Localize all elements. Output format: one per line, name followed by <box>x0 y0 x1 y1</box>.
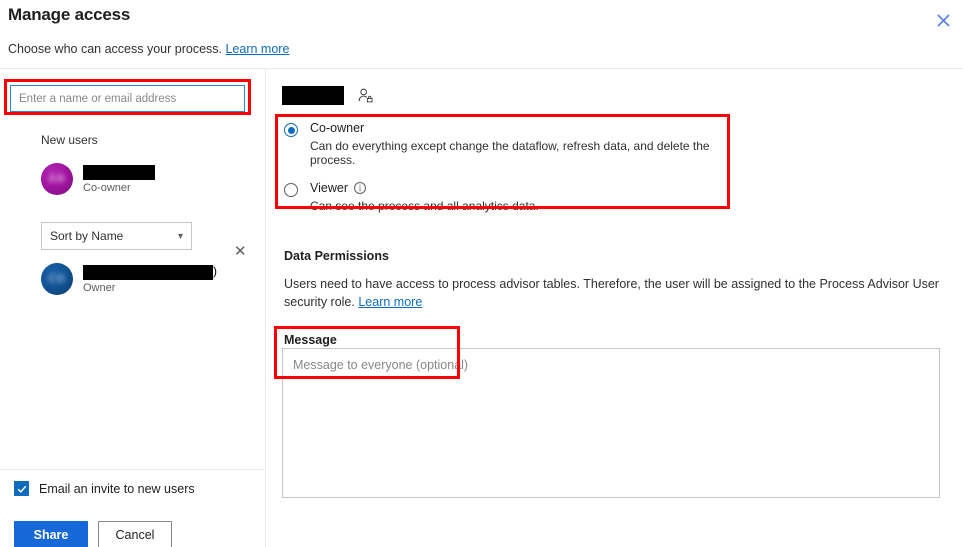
subtitle-text: Choose who can access your process. <box>8 42 222 56</box>
message-textarea[interactable] <box>282 348 940 498</box>
role-title: Viewer <box>310 181 348 195</box>
checkbox-checked-icon[interactable] <box>14 481 29 496</box>
search-field-wrapper <box>10 85 245 112</box>
share-button[interactable]: Share <box>14 521 88 547</box>
role-description: Can see the process and all analytics da… <box>310 199 539 213</box>
role-option-text: Co-owner Can do everything except change… <box>310 121 733 167</box>
person-add-icon[interactable] <box>358 88 373 103</box>
right-panel: Co-owner Can do everything except change… <box>266 69 963 547</box>
sort-by-value: Sort by Name <box>50 229 124 243</box>
close-icon[interactable] <box>931 8 955 32</box>
list-item-new-user: AB Co-owner <box>41 163 256 195</box>
message-label: Message <box>284 333 337 347</box>
page-title: Manage access <box>8 5 131 24</box>
left-panel: New users AB Co-owner ✕ Sort by Name ▾ C… <box>0 69 265 547</box>
avatar-initials: CD <box>48 273 66 285</box>
role-option-text: Viewer i Can see the process and all ana… <box>310 181 539 213</box>
email-invite-checkbox-row[interactable]: Email an invite to new users <box>14 481 195 496</box>
avatar: CD <box>41 263 73 295</box>
role-radio-group: Co-owner Can do everything except change… <box>284 121 733 213</box>
radio-viewer[interactable] <box>284 183 298 197</box>
new-users-label: New users <box>41 133 98 147</box>
learn-more-link-header[interactable]: Learn more <box>225 42 289 56</box>
dialog-action-buttons: Share Cancel <box>14 521 172 547</box>
learn-more-link-permissions[interactable]: Learn more <box>358 295 422 309</box>
radio-co-owner[interactable] <box>284 123 298 137</box>
role-title-row: Viewer i <box>310 181 539 195</box>
user-role: Co-owner <box>83 181 131 194</box>
search-input[interactable] <box>10 85 245 112</box>
remove-user-close-icon[interactable]: ✕ <box>234 244 247 259</box>
data-permissions-body: Users need to have access to process adv… <box>284 275 946 311</box>
avatar: AB <box>41 163 73 195</box>
selected-user-name-redacted <box>282 86 344 105</box>
email-invite-label: Email an invite to new users <box>39 481 195 496</box>
info-icon[interactable]: i <box>353 182 366 194</box>
role-option-viewer[interactable]: Viewer i Can see the process and all ana… <box>284 181 733 213</box>
dialog-subtitle: Choose who can access your process. Lear… <box>8 42 289 56</box>
user-meta: Co-owner <box>83 164 155 194</box>
chevron-down-icon: ▾ <box>177 230 183 242</box>
selected-user-header <box>282 86 373 105</box>
list-item-existing-user: CD ) Owner <box>41 263 256 295</box>
user-name-tail: ) <box>213 263 217 278</box>
manage-access-dialog: Manage access Choose who can access your… <box>0 0 963 547</box>
role-option-co-owner[interactable]: Co-owner Can do everything except change… <box>284 121 733 167</box>
sort-by-dropdown[interactable]: Sort by Name ▾ <box>41 222 192 250</box>
avatar-initials: AB <box>48 173 66 185</box>
user-meta: ) Owner <box>83 264 217 294</box>
role-title: Co-owner <box>310 121 365 135</box>
user-name-redacted <box>83 164 155 180</box>
user-name-redacted <box>83 264 213 280</box>
role-description: Can do everything except change the data… <box>310 139 710 167</box>
cancel-button[interactable]: Cancel <box>98 521 172 547</box>
footer-divider <box>0 469 265 470</box>
user-role: Owner <box>83 281 116 294</box>
data-permissions-title: Data Permissions <box>284 249 389 263</box>
